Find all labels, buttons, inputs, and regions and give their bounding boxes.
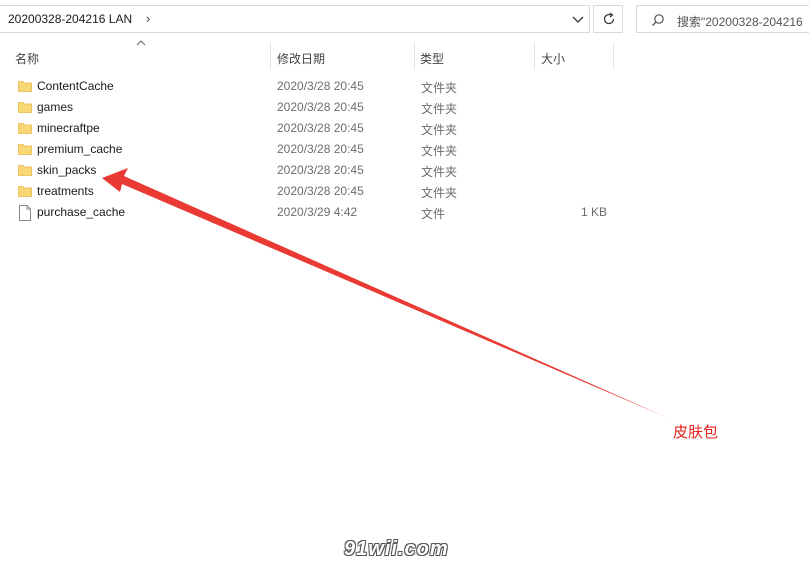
- annotation-label: 皮肤包: [673, 424, 719, 441]
- watermark: 91wii.com: [344, 538, 449, 560]
- annotation-arrow: [102, 168, 668, 418]
